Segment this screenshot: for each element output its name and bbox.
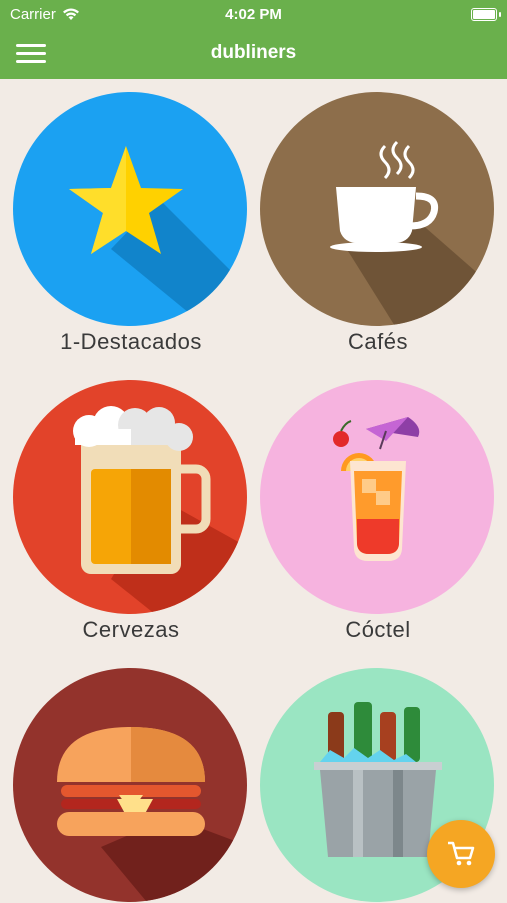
category-tile-cafes[interactable]: Cafés [258, 91, 498, 354]
category-label: Cervezas [82, 617, 180, 642]
category-tile-burger[interactable] [11, 667, 251, 903]
category-tile-cervezas[interactable]: Cervezas [11, 379, 251, 642]
status-bar: Carrier 4:02 PM [0, 0, 507, 30]
cart-button[interactable] [427, 820, 495, 888]
category-grid: 1-Destacados Cafés Cervezas Cóctel [0, 79, 507, 903]
coffee-cup-icon [260, 92, 494, 326]
beer-mug-icon [13, 380, 247, 614]
cocktail-icon [260, 380, 494, 614]
status-time: 4:02 PM [225, 6, 282, 23]
star-icon [13, 92, 247, 326]
cart-icon [448, 841, 475, 866]
battery-icon [471, 8, 497, 21]
burger-icon [13, 668, 247, 902]
category-label: Cóctel [345, 617, 411, 642]
nav-bar: dubliners [0, 30, 507, 79]
category-label: 1-Destacados [60, 329, 202, 354]
category-tile-destacados[interactable]: 1-Destacados [11, 91, 251, 354]
battery-tip [499, 12, 501, 17]
app-title: dubliners [210, 42, 297, 63]
category-label: Cafés [348, 329, 408, 354]
category-tile-coctel[interactable]: Cóctel [258, 379, 498, 642]
